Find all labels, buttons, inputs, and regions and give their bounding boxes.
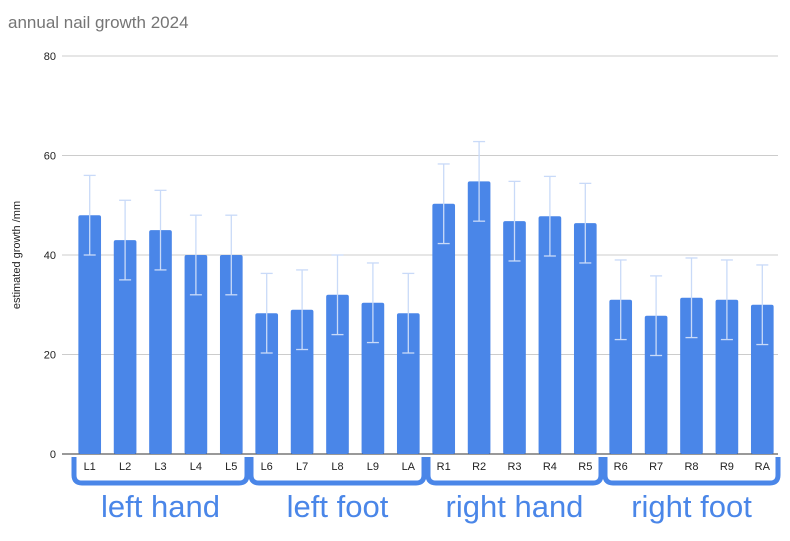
x-tick-label: L5 xyxy=(225,461,237,473)
x-tick-label: L8 xyxy=(331,461,343,473)
x-tick-label: R9 xyxy=(720,461,734,473)
x-tick-label: R4 xyxy=(543,461,557,473)
x-tick-label: R8 xyxy=(684,461,698,473)
x-tick-label: R6 xyxy=(614,461,628,473)
x-tick-label: L7 xyxy=(296,461,308,473)
x-tick-label: R1 xyxy=(437,461,451,473)
group-label: left foot xyxy=(287,489,389,524)
y-tick-label: 20 xyxy=(44,350,56,362)
x-tick-label: L6 xyxy=(261,461,273,473)
x-tick-label: LA xyxy=(402,461,416,473)
group-label: left hand xyxy=(101,489,220,524)
y-tick-label: 40 xyxy=(44,250,56,262)
x-tick-label: RA xyxy=(755,461,771,473)
x-tick-label: L4 xyxy=(190,461,202,473)
x-tick-label: L3 xyxy=(154,461,166,473)
chart-title: annual nail growth 2024 xyxy=(8,13,189,32)
bar-R2 xyxy=(467,181,491,454)
y-tick-label: 0 xyxy=(50,449,56,461)
x-tick-label: L2 xyxy=(119,461,131,473)
group-label: right foot xyxy=(631,489,752,524)
y-axis-label: estimated growth /mm xyxy=(11,201,23,309)
x-tick-label: R3 xyxy=(507,461,521,473)
x-tick-label: L9 xyxy=(367,461,379,473)
y-tick-label: 60 xyxy=(44,151,56,163)
x-tick-label: R7 xyxy=(649,461,663,473)
nail-growth-chart: annual nail growth 2024 estimated growth… xyxy=(8,13,781,524)
x-tick-label: L1 xyxy=(84,461,96,473)
y-tick-label: 80 xyxy=(44,51,56,63)
x-tick-label: R5 xyxy=(578,461,592,473)
x-tick-label: R2 xyxy=(472,461,486,473)
group-label: right hand xyxy=(446,489,584,524)
